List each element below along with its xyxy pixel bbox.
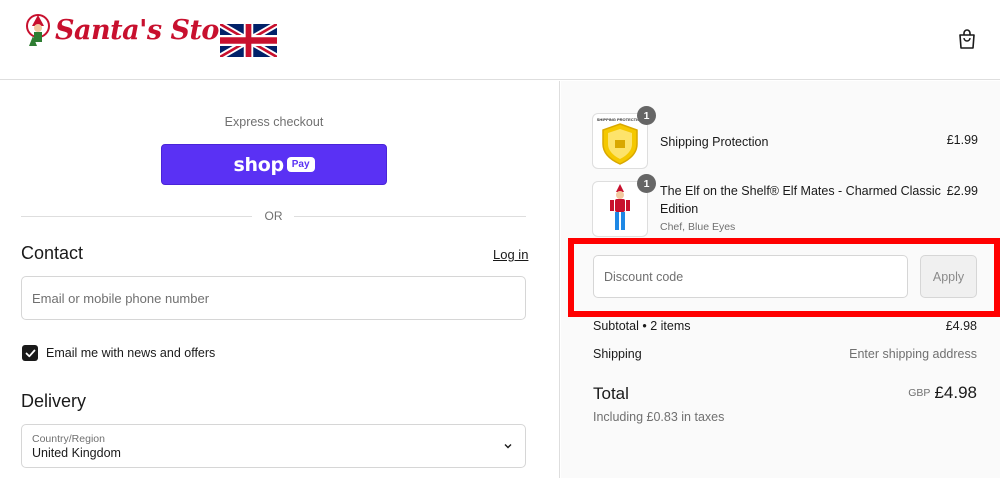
santa-elf-logo-icon [26,14,50,46]
email-field[interactable] [21,276,526,320]
total-value: £4.98 [934,383,977,402]
apply-discount-button[interactable]: Apply [920,255,977,298]
shop-pay-word: shop [233,153,284,176]
country-select[interactable]: Country/Region United Kingdom [21,424,526,468]
shopping-bag-icon[interactable] [957,28,977,50]
product-thumbnail: 1 [592,174,656,237]
product-thumbnail: SHIPPING PROTECTION 1 [592,106,656,169]
shipping-value: Enter shipping address [849,347,977,361]
shop-pay-button[interactable]: shop Pay [161,144,387,185]
header: Santa's Store [0,0,1000,80]
shop-pay-pill: Pay [286,157,315,172]
total-currency: GBP [908,387,931,399]
line-item: SHIPPING PROTECTION 1 Shipping Protectio… [592,106,978,173]
chevron-down-icon [504,444,512,449]
subtotal-label: Subtotal • 2 items [593,319,691,333]
contact-heading: Contact [21,243,84,263]
shipping-label: Shipping [593,347,642,361]
tax-note: Including £0.83 in taxes [593,410,725,424]
checkmark-icon [25,349,35,357]
item-variant: Chef, Blue Eyes [660,221,736,233]
newsletter-checkbox[interactable] [22,345,38,361]
item-price: £1.99 [946,133,978,147]
quantity-badge: 1 [637,106,656,125]
item-name-line-2: Edition [660,202,699,216]
checkout-form-panel: Express checkout shop Pay OR Contact Log… [0,81,560,478]
country-value: United Kingdom [32,446,121,460]
delivery-heading: Delivery [21,391,87,411]
country-label: Country/Region [32,433,105,445]
item-name: Shipping Protection [660,135,769,149]
express-checkout-label: Express checkout [224,115,324,129]
uk-flag-icon[interactable] [220,24,277,57]
login-link[interactable]: Log in [493,247,528,262]
or-text: OR [264,209,283,223]
quantity-badge: 1 [637,174,656,193]
newsletter-label: Email me with news and offers [46,346,216,360]
item-price: £2.99 [946,184,978,198]
line-item: 1 The Elf on the Shelf® Elf Mates - Char… [592,174,978,241]
subtotal-value: £4.98 [945,319,977,333]
total-amount: GBP £4.98 [908,383,977,403]
store-logo[interactable]: Santa's Store [25,12,250,48]
or-divider: OR [21,207,526,227]
total-label: Total [593,384,629,403]
discount-code-input[interactable] [593,255,908,298]
item-name-line-1: The Elf on the Shelf® Elf Mates - Charme… [660,184,941,198]
